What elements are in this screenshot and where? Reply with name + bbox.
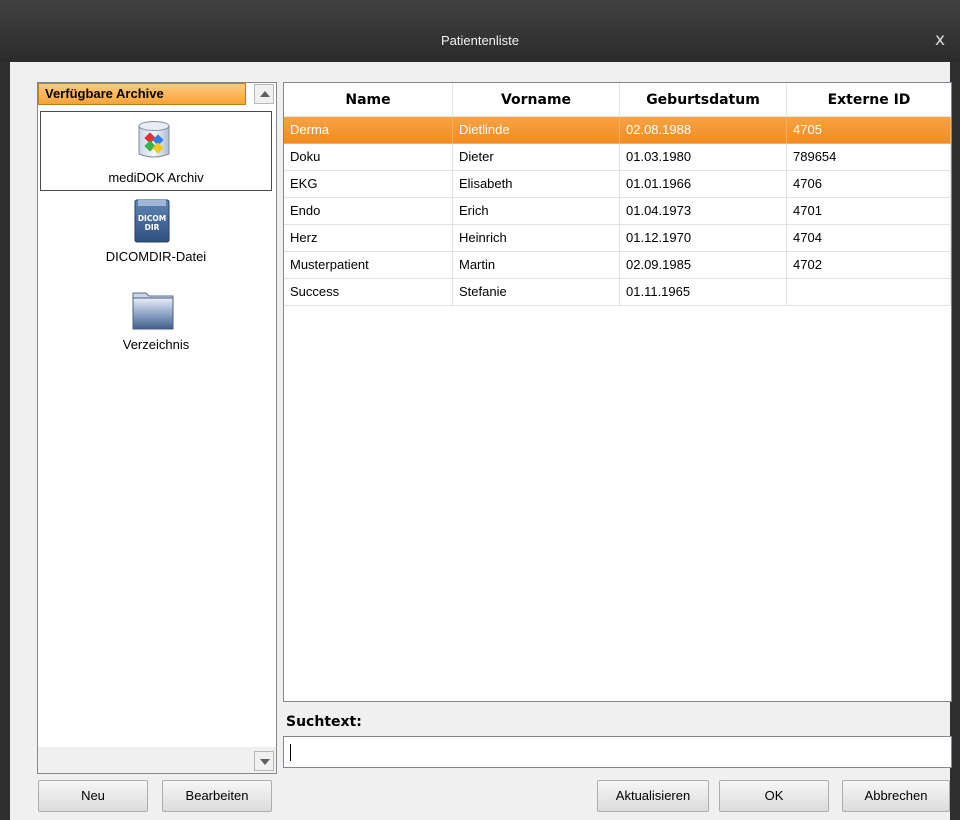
archive-list-footer (38, 747, 276, 773)
folder-icon (132, 292, 174, 330)
cell-externe-id: 4705 (787, 117, 951, 144)
cell-vorname: Heinrich (453, 225, 620, 252)
patient-table[interactable]: Name Vorname Geburtsdatum Externe ID Der… (283, 82, 952, 702)
cell-externe-id: 4706 (787, 171, 951, 198)
arrow-up-icon (260, 91, 270, 97)
close-icon[interactable]: x (932, 31, 948, 49)
cell-vorname: Dieter (453, 144, 620, 171)
cell-vorname: Martin (453, 252, 620, 279)
patient-list-dialog: Patientenliste x Verfügbare Archive medi… (0, 0, 960, 820)
search-label: Suchtext: (286, 714, 362, 730)
table-row[interactable]: EKG Elisabeth 01.01.1966 4706 (284, 171, 951, 198)
table-row[interactable]: Doku Dieter 01.03.1980 789654 (284, 144, 951, 171)
cell-vorname: Stefanie (453, 279, 620, 306)
table-row[interactable]: Success Stefanie 01.11.1965 (284, 279, 951, 306)
cell-vorname: Erich (453, 198, 620, 225)
archive-item-medidok[interactable]: mediDOK Archiv (40, 111, 272, 191)
cell-name: Derma (284, 117, 453, 144)
ok-button[interactable]: OK (719, 780, 829, 812)
cell-name: Herz (284, 225, 453, 252)
cell-geburtsdatum: 01.03.1980 (620, 144, 787, 171)
new-button[interactable]: Neu (38, 780, 148, 812)
arrow-down-icon (260, 759, 270, 765)
archive-item-label: DICOMDIR-Datei (105, 249, 207, 264)
database-icon (138, 121, 170, 158)
cell-externe-id: 4702 (787, 252, 951, 279)
table-row[interactable]: Musterpatient Martin 02.09.1985 4702 (284, 252, 951, 279)
column-header-name[interactable]: Name (284, 83, 453, 117)
table-row[interactable]: Endo Erich 01.04.1973 4701 (284, 198, 951, 225)
scroll-down-button[interactable] (254, 751, 274, 771)
cancel-button[interactable]: Abbrechen (842, 780, 950, 812)
cell-vorname: Dietlinde (453, 117, 620, 144)
search-input[interactable] (283, 736, 952, 768)
cell-name: Musterpatient (284, 252, 453, 279)
title-bar[interactable]: Patientenliste x (0, 0, 960, 62)
column-header-vorname[interactable]: Vorname (453, 83, 620, 117)
table-header: Name Vorname Geburtsdatum Externe ID (284, 83, 951, 117)
column-header-geburtsdatum[interactable]: Geburtsdatum (620, 83, 787, 117)
scroll-up-button[interactable] (254, 84, 274, 104)
cell-geburtsdatum: 01.01.1966 (620, 171, 787, 198)
column-header-externe-id[interactable]: Externe ID (787, 83, 951, 117)
archive-item-dicomdir[interactable]: DICOM DIR DICOMDIR-Datei (40, 195, 272, 279)
window-border-left (0, 62, 10, 820)
archive-list-header: Verfügbare Archive (38, 83, 246, 105)
window-title: Patientenliste (440, 33, 520, 48)
cell-externe-id: 4701 (787, 198, 951, 225)
dir-icon-text: DIR (145, 223, 160, 232)
cell-externe-id (787, 279, 951, 306)
cell-name: Endo (284, 198, 453, 225)
archive-item-label: Verzeichnis (122, 337, 190, 352)
cell-geburtsdatum: 01.04.1973 (620, 198, 787, 225)
archive-item-verzeichnis[interactable]: Verzeichnis (40, 283, 272, 367)
dicomdir-icon: DICOM DIR (134, 199, 170, 243)
cell-externe-id: 4704 (787, 225, 951, 252)
archive-list[interactable]: Verfügbare Archive mediDOK Archiv DICOM … (37, 82, 277, 774)
cell-geburtsdatum: 01.12.1970 (620, 225, 787, 252)
cell-geburtsdatum: 02.09.1985 (620, 252, 787, 279)
dicom-icon-text: DICOM (138, 214, 166, 223)
text-caret (290, 744, 291, 761)
table-row[interactable]: Herz Heinrich 01.12.1970 4704 (284, 225, 951, 252)
cell-geburtsdatum: 02.08.1988 (620, 117, 787, 144)
archive-item-label: mediDOK Archiv (108, 170, 204, 185)
cell-vorname: Elisabeth (453, 171, 620, 198)
cell-name: Doku (284, 144, 453, 171)
cell-name: EKG (284, 171, 453, 198)
cell-externe-id: 789654 (787, 144, 951, 171)
refresh-button[interactable]: Aktualisieren (597, 780, 709, 812)
edit-button[interactable]: Bearbeiten (162, 780, 272, 812)
cell-geburtsdatum: 01.11.1965 (620, 279, 787, 306)
table-row[interactable]: Derma Dietlinde 02.08.1988 4705 (284, 117, 951, 144)
cell-name: Success (284, 279, 453, 306)
